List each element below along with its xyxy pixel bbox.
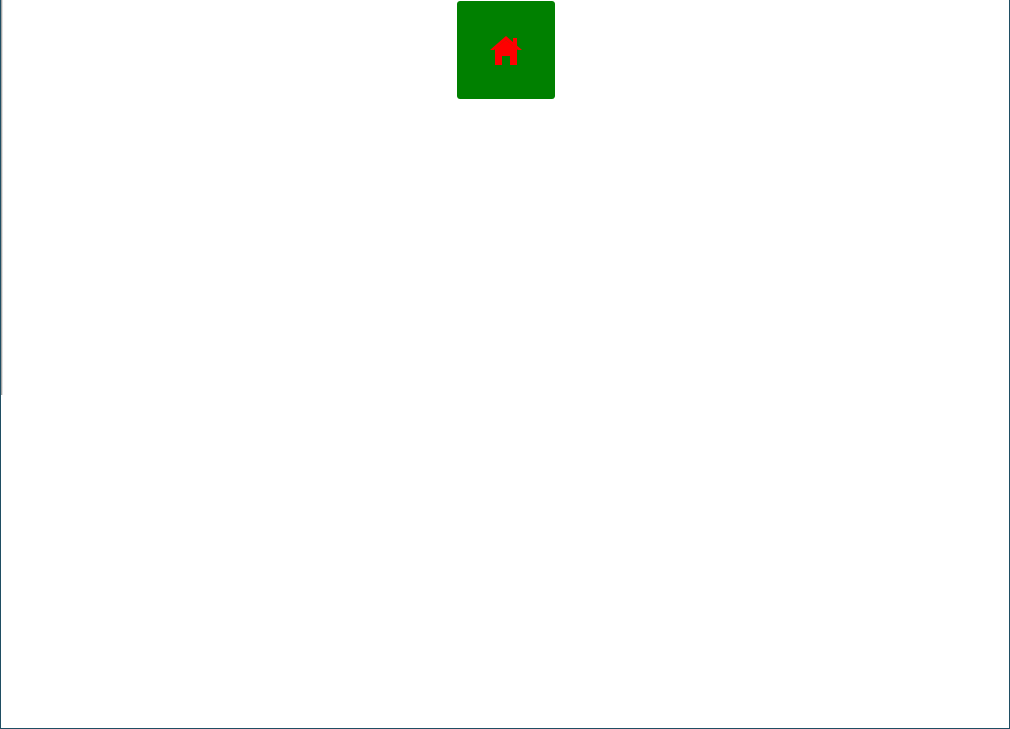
page-viewport — [0, 0, 1010, 729]
home-button[interactable] — [457, 1, 555, 99]
left-edge-shadow — [1, 0, 3, 395]
home-icon — [490, 36, 522, 65]
